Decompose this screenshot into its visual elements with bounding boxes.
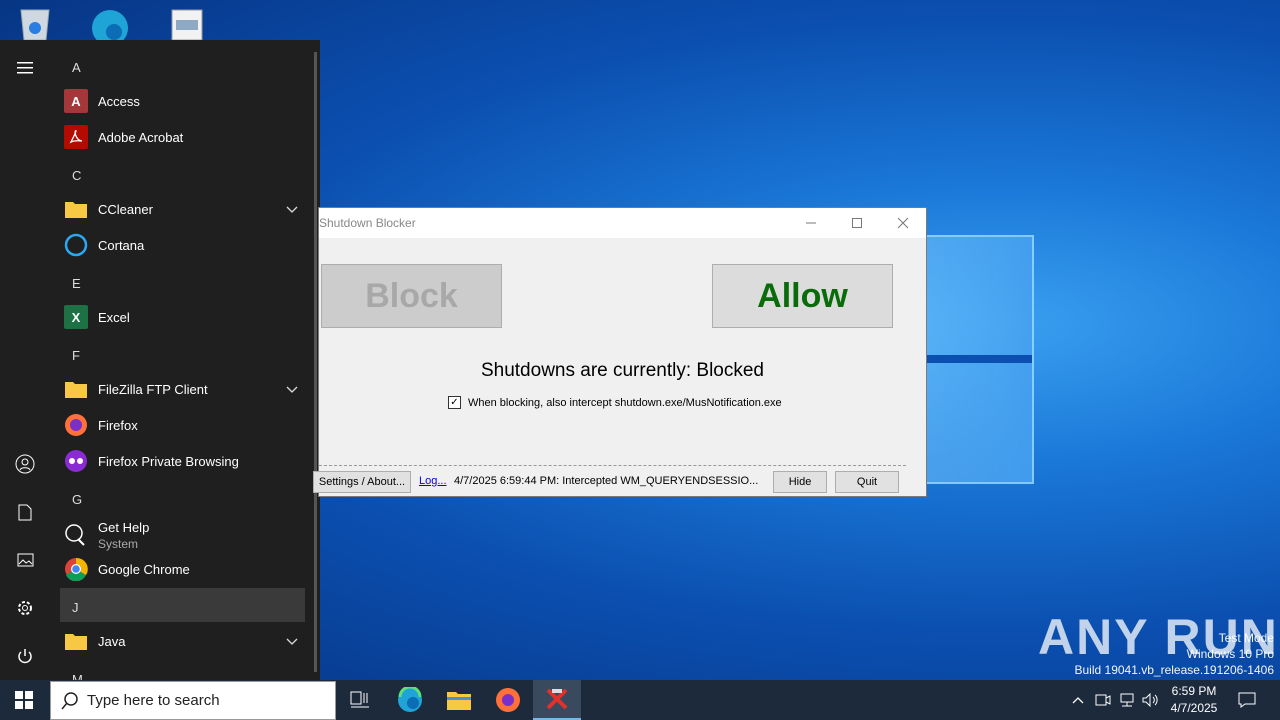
chrome-icon xyxy=(64,557,88,581)
firefox-icon xyxy=(64,413,88,437)
app-label: Get Help xyxy=(98,520,150,535)
start-menu: A A Access Adobe Acrobat C CCleaner Cort… xyxy=(0,40,320,680)
app-label: Adobe Acrobat xyxy=(98,129,184,145)
meet-now-icon[interactable] xyxy=(1092,680,1114,720)
windows-start-icon[interactable] xyxy=(0,680,48,720)
app-access[interactable]: A Access xyxy=(62,84,306,118)
file-explorer-icon[interactable] xyxy=(435,680,483,720)
file-desktop-icon[interactable] xyxy=(168,6,208,41)
block-button[interactable]: Block xyxy=(321,264,502,328)
clock[interactable]: 6:59 PM 4/7/2025 xyxy=(1160,683,1228,717)
watermark-line: Windows 10 Pro xyxy=(1186,647,1274,661)
network-icon[interactable] xyxy=(1116,680,1138,720)
divider xyxy=(319,465,906,466)
allow-button[interactable]: Allow xyxy=(712,264,893,328)
title-bar[interactable]: Shutdown Blocker xyxy=(319,208,926,238)
shutdown-blocker-taskbar-icon[interactable] xyxy=(533,680,581,720)
get-help-icon xyxy=(64,523,88,547)
app-label: Java xyxy=(98,633,126,649)
hover-highlight xyxy=(60,588,305,622)
start-rail xyxy=(0,40,50,680)
wallpaper-window-logo xyxy=(920,235,1034,484)
status-text: Shutdowns are currently: Blocked xyxy=(480,360,765,381)
settings-about-button[interactable]: Settings / About... xyxy=(313,471,411,493)
settings-gear-icon[interactable] xyxy=(13,596,37,620)
app-list: A A Access Adobe Acrobat C CCleaner Cort… xyxy=(60,40,312,680)
app-label: Excel xyxy=(98,309,130,325)
section-header-a[interactable]: A xyxy=(72,60,81,75)
app-label: CCleaner xyxy=(98,201,153,217)
notifications-icon[interactable] xyxy=(1234,680,1260,720)
section-header-c[interactable]: C xyxy=(72,168,81,183)
acrobat-icon xyxy=(64,125,88,149)
minimize-button[interactable] xyxy=(788,208,834,238)
taskbar: Type here to search 6:59 PM 4/7/2025 xyxy=(0,680,1280,720)
watermark-line: Build 19041.vb_release.191206-1406 xyxy=(1074,663,1275,677)
volume-icon[interactable] xyxy=(1140,680,1162,720)
clock-date: 4/7/2025 xyxy=(1170,701,1218,715)
checkbox-label: When blocking, also intercept shutdown.e… xyxy=(468,396,782,409)
pictures-icon[interactable] xyxy=(13,548,37,572)
edge-taskbar-icon[interactable] xyxy=(386,680,434,720)
chevron-up-icon[interactable] xyxy=(1068,680,1088,720)
intercept-checkbox[interactable]: ✓ When blocking, also intercept shutdown… xyxy=(448,396,782,409)
user-icon[interactable] xyxy=(13,452,37,476)
chevron-down-icon[interactable] xyxy=(286,381,298,399)
checkmark-icon[interactable]: ✓ xyxy=(448,396,461,409)
app-excel[interactable]: X Excel xyxy=(62,300,306,334)
search-box[interactable]: Type here to search xyxy=(50,681,336,720)
documents-icon[interactable] xyxy=(13,500,37,524)
app-label: Google Chrome xyxy=(98,561,190,577)
app-sublabel: System xyxy=(98,537,139,551)
app-google-chrome[interactable]: Google Chrome xyxy=(62,552,306,586)
hamburger-icon[interactable] xyxy=(13,56,37,80)
app-get-help[interactable]: Get Help System xyxy=(62,516,306,554)
search-icon xyxy=(61,691,79,710)
app-adobe-acrobat[interactable]: Adobe Acrobat xyxy=(62,120,306,154)
chevron-down-icon[interactable] xyxy=(286,201,298,219)
firefox-private-icon xyxy=(64,449,88,473)
scrollbar[interactable] xyxy=(314,52,317,672)
app-firefox[interactable]: Firefox xyxy=(62,408,306,442)
excel-icon: X xyxy=(64,305,88,329)
log-link[interactable]: Log... xyxy=(419,475,447,487)
watermark-line: Test Mode xyxy=(1218,631,1274,645)
section-header-g[interactable]: G xyxy=(72,492,82,507)
folder-icon xyxy=(64,197,88,221)
cortana-icon xyxy=(64,233,88,257)
access-icon: A xyxy=(64,89,88,113)
chevron-down-icon[interactable] xyxy=(286,633,298,651)
app-cortana[interactable]: Cortana xyxy=(62,228,306,262)
power-icon[interactable] xyxy=(13,644,37,668)
log-text: 4/7/2025 6:59:44 PM: Intercepted WM_QUER… xyxy=(454,475,759,487)
os-watermark: Test Mode Windows 10 Pro Build 19041.vb_… xyxy=(1075,630,1275,678)
app-firefox-private[interactable]: Firefox Private Browsing xyxy=(62,444,306,478)
edge-desktop-icon[interactable] xyxy=(88,6,128,46)
section-header-e[interactable]: E xyxy=(72,276,81,291)
firefox-taskbar-icon[interactable] xyxy=(484,680,532,720)
recycle-bin-icon[interactable] xyxy=(15,6,55,41)
app-label: Firefox Private Browsing xyxy=(98,453,239,469)
folder-icon xyxy=(64,377,88,401)
close-button[interactable] xyxy=(880,208,926,238)
window-title: Shutdown Blocker xyxy=(319,216,416,230)
section-header-f[interactable]: F xyxy=(72,348,80,363)
hide-button[interactable]: Hide xyxy=(773,471,827,493)
search-placeholder: Type here to search xyxy=(87,692,220,709)
task-view-icon[interactable] xyxy=(336,680,384,720)
section-header-m[interactable]: M xyxy=(72,672,83,680)
app-filezilla-folder[interactable]: FileZilla FTP Client xyxy=(62,372,306,406)
app-label: Firefox xyxy=(98,417,138,433)
section-header-j[interactable]: J xyxy=(72,600,79,615)
quit-button[interactable]: Quit xyxy=(835,471,899,493)
folder-icon xyxy=(64,629,88,653)
shutdown-blocker-window: Shutdown Blocker Block Allow Shutdowns a… xyxy=(313,207,927,497)
app-ccleaner-folder[interactable]: CCleaner xyxy=(62,192,306,226)
app-label: Access xyxy=(98,93,140,109)
clock-time: 6:59 PM xyxy=(1171,684,1217,698)
maximize-button[interactable] xyxy=(834,208,880,238)
app-java-folder[interactable]: Java xyxy=(62,624,306,658)
app-label: Cortana xyxy=(98,237,145,253)
app-label: FileZilla FTP Client xyxy=(98,381,208,397)
